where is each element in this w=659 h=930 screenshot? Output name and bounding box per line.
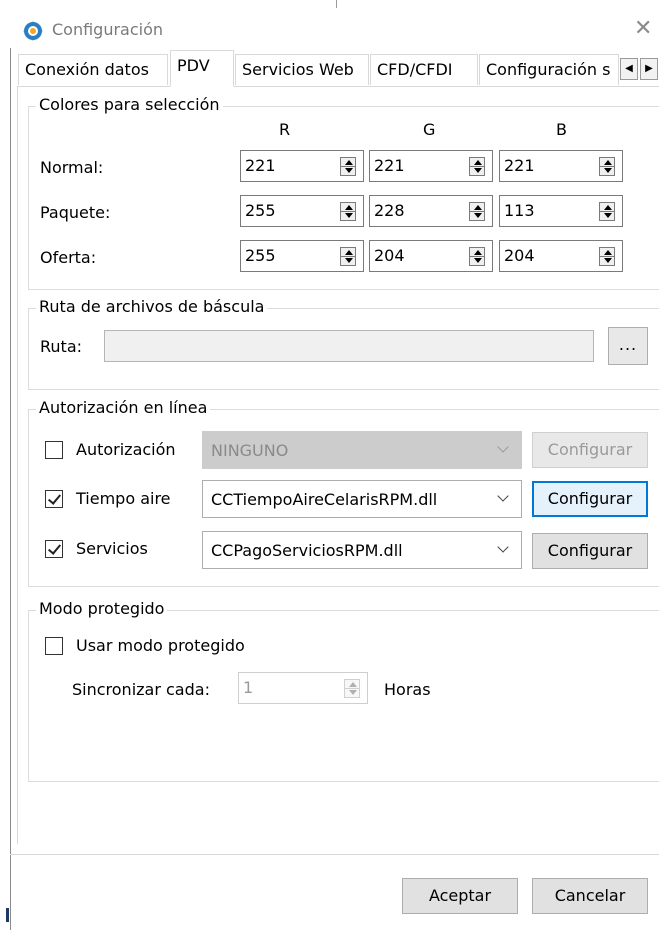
chevron-down-icon (497, 490, 509, 502)
ruta-input[interactable] (104, 330, 594, 362)
servicios-combo[interactable]: CCPagoServiciosRPM.dll (202, 531, 522, 569)
autorizacion-legend: Autorización en línea (36, 398, 211, 418)
sincronizar-spinbox[interactable]: 1 (238, 672, 368, 704)
tab-pdv[interactable]: PDV (170, 50, 234, 87)
tiempo-aire-checkbox[interactable] (45, 490, 63, 508)
usar-modo-protegido-label: Usar modo protegido (76, 636, 245, 655)
tiempo-aire-configurar-button[interactable]: Configurar (532, 481, 648, 517)
normal-g-spinbox[interactable]: 221 (369, 150, 493, 182)
paquete-r-spinbox[interactable]: 255 (240, 195, 364, 227)
servicios-checkbox[interactable] (45, 540, 63, 558)
servicios-configurar-button[interactable]: Configurar (532, 533, 648, 569)
header-b: B (556, 120, 567, 139)
browse-button[interactable]: ... (608, 327, 648, 365)
spin-arrows-icon[interactable] (340, 247, 356, 266)
gear-blue-icon (23, 21, 43, 41)
usar-modo-protegido-checkbox[interactable] (45, 637, 63, 655)
tab-scroll-right-icon[interactable]: ▶ (640, 58, 658, 80)
tab-configuracion[interactable]: Configuración s (479, 54, 619, 85)
spin-value: 221 (245, 156, 276, 175)
ruta-label: Ruta: (40, 337, 83, 356)
paquete-b-spinbox[interactable]: 113 (499, 195, 623, 227)
spin-arrows-icon[interactable] (344, 679, 360, 698)
tab-conexion-datos[interactable]: Conexión datos (18, 54, 168, 85)
tab-scroll-left-icon[interactable]: ◀ (620, 58, 638, 80)
footer-divider (10, 854, 659, 855)
autorizacion-label: Autorización (76, 440, 176, 459)
spin-arrows-icon[interactable] (469, 157, 485, 176)
tab-servicios-web[interactable]: Servicios Web (235, 54, 369, 85)
spin-value: 204 (374, 246, 405, 265)
chevron-down-icon (497, 441, 509, 453)
aceptar-button[interactable]: Aceptar (402, 878, 518, 914)
spin-arrows-icon[interactable] (469, 202, 485, 221)
colores-legend: Colores para selección (36, 95, 223, 115)
spin-value: 204 (504, 246, 535, 265)
autorizacion-combo[interactable]: NINGUNO (202, 431, 522, 469)
spin-value: 228 (374, 201, 405, 220)
spin-arrows-icon[interactable] (340, 202, 356, 221)
close-icon[interactable]: ✕ (634, 18, 652, 40)
tiempo-aire-label: Tiempo aire (76, 489, 171, 508)
sincronizar-label: Sincronizar cada: (72, 680, 210, 699)
spin-arrows-icon[interactable] (599, 247, 615, 266)
row-label-oferta: Oferta: (40, 248, 97, 267)
spin-arrows-icon[interactable] (469, 247, 485, 266)
spin-value: 221 (504, 156, 535, 175)
combo-value: CCTiempoAireCelarisRPM.dll (211, 490, 438, 509)
normal-r-spinbox[interactable]: 221 (240, 150, 364, 182)
row-label-normal: Normal: (40, 158, 104, 177)
spin-value: 113 (504, 201, 535, 220)
spin-value: 1 (243, 678, 254, 697)
oferta-r-spinbox[interactable]: 255 (240, 240, 364, 272)
row-label-paquete: Paquete: (40, 203, 111, 222)
modo-protegido-legend: Modo protegido (36, 599, 168, 619)
oferta-g-spinbox[interactable]: 204 (369, 240, 493, 272)
autorizacion-configurar-button[interactable]: Configurar (532, 432, 648, 468)
combo-value: CCPagoServiciosRPM.dll (211, 541, 403, 560)
tab-cfd-cfdi[interactable]: CFD/CFDI (370, 54, 478, 85)
autorizacion-checkbox[interactable] (45, 441, 63, 459)
oferta-b-spinbox[interactable]: 204 (499, 240, 623, 272)
window-title: Configuración (52, 20, 164, 39)
servicios-label: Servicios (76, 539, 148, 558)
cancelar-button[interactable]: Cancelar (532, 878, 648, 914)
combo-value: NINGUNO (211, 441, 289, 460)
spin-value: 221 (374, 156, 405, 175)
ruta-legend: Ruta de archivos de báscula (36, 297, 268, 317)
chevron-down-icon (497, 541, 509, 553)
spin-arrows-icon[interactable] (599, 157, 615, 176)
spin-arrows-icon[interactable] (599, 202, 615, 221)
spin-value: 255 (245, 246, 276, 265)
window-edge-mark (6, 908, 9, 922)
header-g: G (423, 120, 436, 139)
spin-arrows-icon[interactable] (340, 157, 356, 176)
paquete-g-spinbox[interactable]: 228 (369, 195, 493, 227)
tiempo-aire-combo[interactable]: CCTiempoAireCelarisRPM.dll (202, 480, 522, 518)
horas-label: Horas (384, 680, 431, 699)
spin-value: 255 (245, 201, 276, 220)
normal-b-spinbox[interactable]: 221 (499, 150, 623, 182)
header-r: R (279, 120, 291, 139)
